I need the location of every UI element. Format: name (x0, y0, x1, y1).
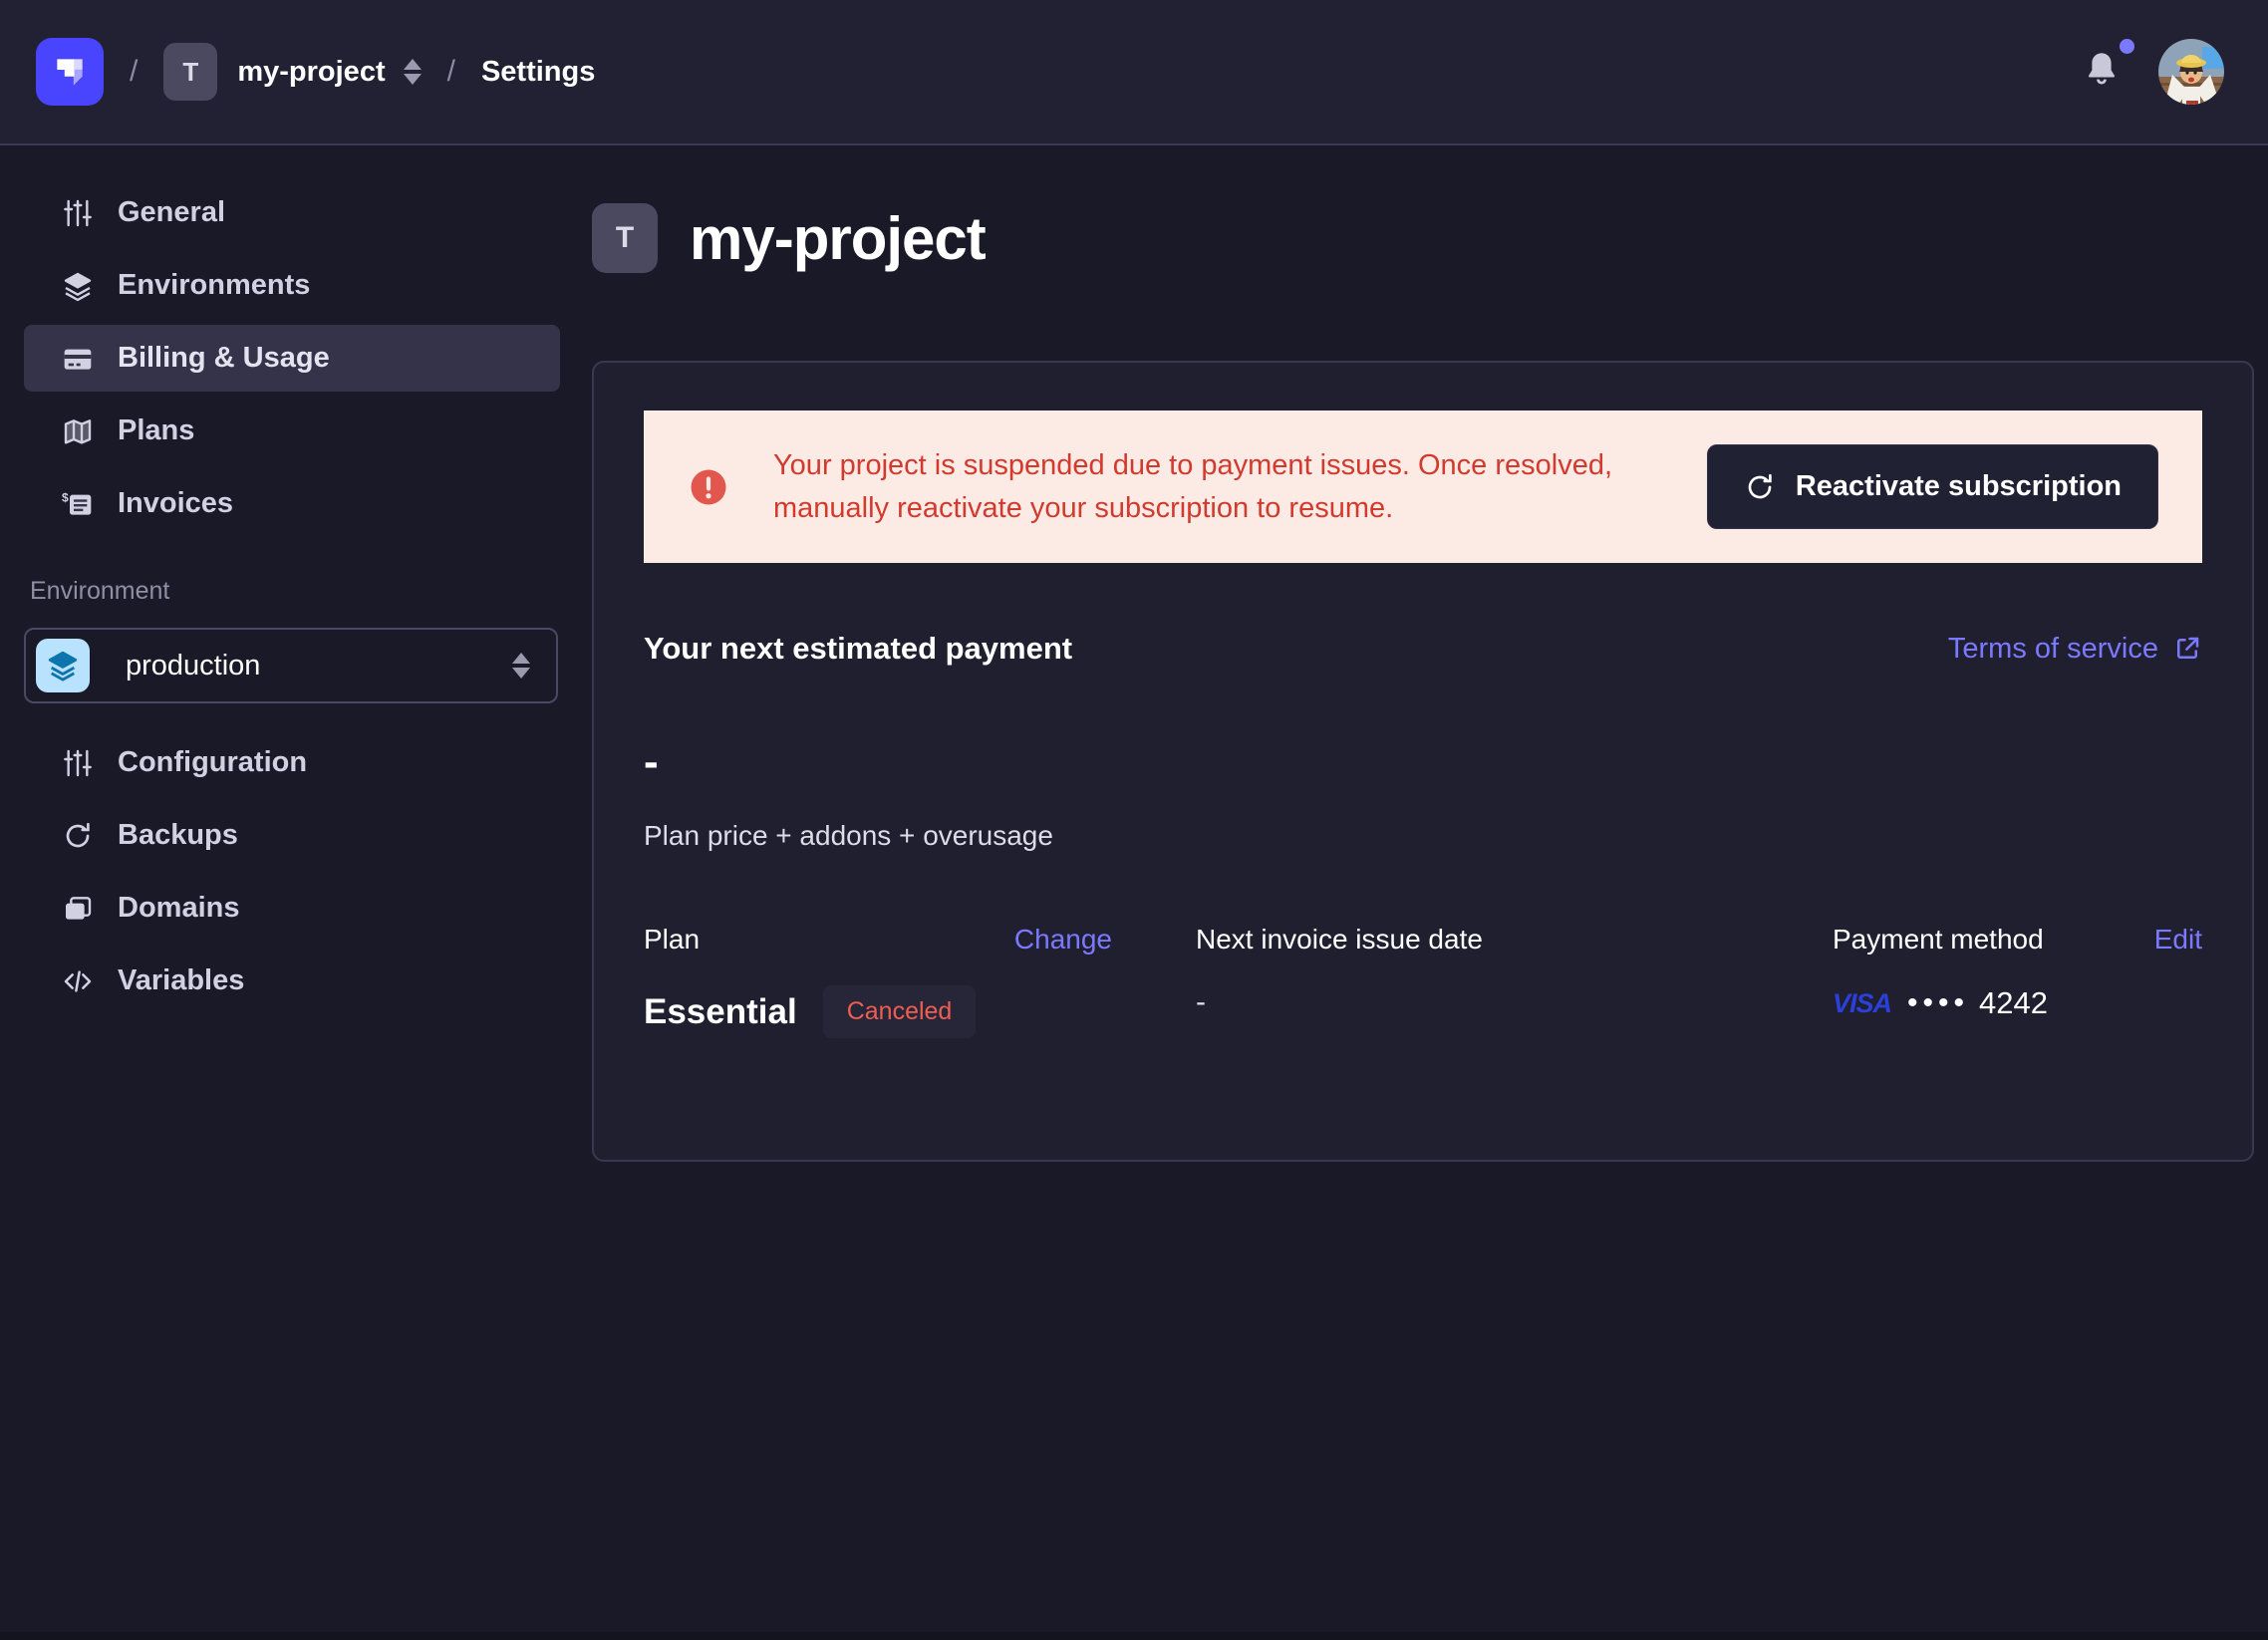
plan-column: Plan Change Essential Canceled (644, 924, 1112, 1038)
sidebar-item-label: Invoices (118, 487, 233, 520)
stack-icon (62, 893, 94, 925)
environment-select-value: production (126, 650, 494, 683)
alert-exclamation-icon (688, 466, 729, 508)
alert-message: Your project is suspended due to payment… (773, 444, 1663, 528)
billing-card: Your project is suspended due to payment… (592, 361, 2254, 1162)
sliders-icon (62, 197, 94, 229)
notification-dot (2120, 39, 2134, 54)
environment-select-chevrons-icon (512, 653, 530, 679)
sidebar-item-billing-usage[interactable]: Billing & Usage (24, 325, 560, 392)
credit-card-icon (62, 343, 94, 375)
suspension-alert: Your project is suspended due to payment… (644, 410, 2202, 563)
breadcrumb-section: Settings (481, 56, 595, 89)
terms-of-service-link[interactable]: Terms of service (1948, 633, 2202, 666)
card-masked-digits: •••• (1907, 986, 1969, 1020)
sidebar-item-general[interactable]: General (24, 179, 560, 246)
project-switcher-icon[interactable] (404, 59, 422, 85)
layers-icon (62, 270, 94, 302)
code-icon (62, 965, 94, 997)
card-last4: 4242 (1979, 985, 2048, 1021)
refresh-icon (1744, 471, 1776, 503)
next-payment-heading: Your next estimated payment (644, 631, 1072, 667)
invoice-column: Next invoice issue date - (1196, 924, 1749, 1038)
environment-select[interactable]: production (24, 628, 558, 703)
page-title: my-project (690, 204, 986, 273)
sidebar-item-variables[interactable]: Variables (24, 948, 560, 1014)
settings-sidebar: General Environments Billing & Usage (0, 145, 560, 1632)
invoice-icon: $ (62, 488, 94, 520)
breadcrumb-separator: / (447, 55, 455, 89)
environment-layers-icon (36, 639, 90, 692)
sidebar-item-invoices[interactable]: $ Invoices (24, 470, 560, 537)
refresh-icon (62, 820, 94, 852)
avatar[interactable] (2158, 39, 2224, 105)
sliders-icon (62, 747, 94, 779)
payment-method-label: Payment method (1833, 924, 2044, 956)
strapi-logo-icon[interactable] (36, 38, 104, 106)
sidebar-item-label: Backups (118, 819, 238, 852)
sidebar-item-domains[interactable]: Domains (24, 875, 560, 942)
visa-logo: VISA (1833, 988, 1891, 1019)
next-invoice-label: Next invoice issue date (1196, 924, 1483, 956)
main-content: T my-project Your project is suspended d… (560, 145, 2268, 1632)
bell-icon (2081, 49, 2123, 91)
notifications-button[interactable] (2081, 49, 2123, 96)
sidebar-item-label: Plans (118, 414, 194, 447)
plan-label: Plan (644, 924, 700, 956)
terms-link-label: Terms of service (1948, 633, 2158, 666)
sidebar-item-label: Domains (118, 892, 239, 925)
plan-status-badge: Canceled (823, 985, 977, 1038)
change-plan-link[interactable]: Change (1014, 924, 1112, 956)
bottom-strip (0, 1632, 2268, 1640)
edit-payment-link[interactable]: Edit (2154, 924, 2202, 956)
external-link-icon (2172, 634, 2202, 664)
next-invoice-value: - (1196, 985, 1206, 1019)
sidebar-item-backups[interactable]: Backups (24, 802, 560, 869)
environment-section-label: Environment (30, 577, 560, 606)
svg-text:$: $ (62, 490, 69, 504)
estimated-payment-amount: - (644, 740, 2202, 784)
project-initial-badge: T (592, 203, 658, 273)
sidebar-item-environments[interactable]: Environments (24, 252, 560, 319)
sidebar-item-label: General (118, 196, 225, 229)
plan-name: Essential (644, 992, 797, 1032)
project-initial-badge: T (163, 43, 217, 101)
map-icon (62, 415, 94, 447)
breadcrumb-separator: / (130, 55, 138, 89)
sidebar-item-label: Configuration (118, 746, 307, 779)
payment-formula: Plan price + addons + overusage (644, 820, 2202, 852)
breadcrumb-project-name[interactable]: my-project (237, 56, 385, 89)
sidebar-item-label: Variables (118, 964, 244, 997)
sidebar-item-configuration[interactable]: Configuration (24, 729, 560, 796)
reactivate-subscription-button[interactable]: Reactivate subscription (1707, 444, 2158, 529)
sidebar-item-label: Environments (118, 269, 310, 302)
top-header: / T my-project / Settings (0, 0, 2268, 145)
reactivate-button-label: Reactivate subscription (1796, 470, 2122, 503)
sidebar-item-plans[interactable]: Plans (24, 398, 560, 464)
payment-method-column: Payment method Edit VISA •••• 4242 (1833, 924, 2202, 1038)
sidebar-item-label: Billing & Usage (118, 342, 330, 375)
